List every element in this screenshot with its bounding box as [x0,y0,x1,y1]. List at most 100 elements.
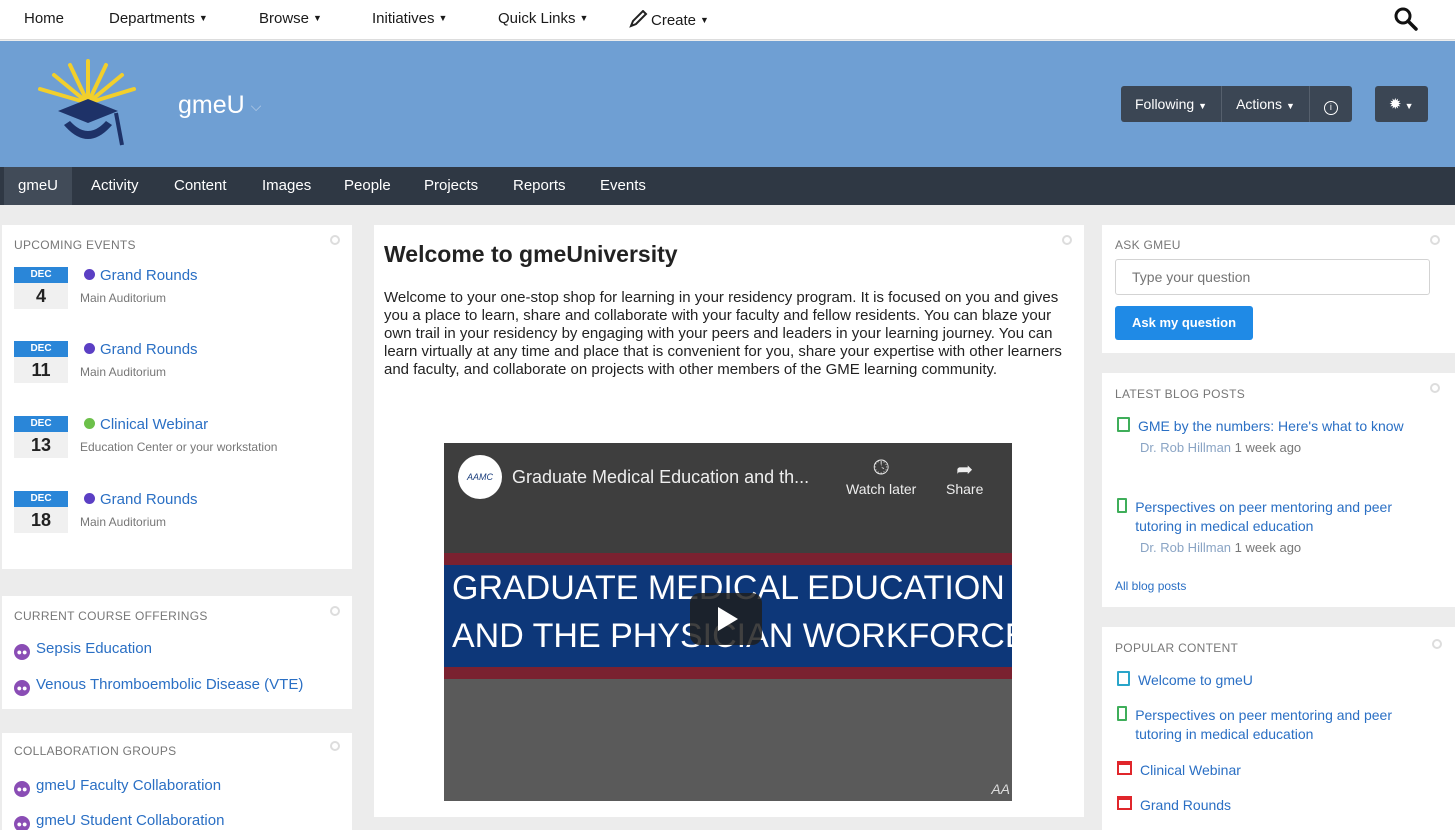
tab-projects[interactable]: Projects [410,167,492,205]
blog-post-item: GME by the numbers: Here's what to know … [1117,417,1437,457]
widget-gear-icon[interactable] [1432,639,1442,649]
gmeu-logo [38,59,136,146]
widget-gear-icon[interactable] [330,741,340,751]
search-icon[interactable] [1393,6,1419,32]
place-title[interactable]: gmeU ⌵ [178,91,261,120]
event-month: DEC [14,267,68,283]
popular-content-widget: POPULAR CONTENT Welcome to gmeU Perspect… [1102,627,1455,830]
nav-home[interactable]: Home [24,10,64,27]
tab-activity[interactable]: Activity [77,167,153,205]
event-title: Grand Rounds [100,341,198,358]
popular-content-title: Welcome to gmeU [1138,672,1253,688]
group-icon: ●● [14,781,30,797]
widget-heading: COLLABORATION GROUPS [14,744,177,758]
widget-gear-icon[interactable] [330,235,340,245]
blog-icon [1117,498,1128,513]
latest-blog-posts-widget: LATEST BLOG POSTS GME by the numbers: He… [1102,373,1455,607]
info-button[interactable]: i [1310,86,1352,122]
event-dot-icon [84,493,95,504]
all-blog-posts-link[interactable]: All blog posts [1115,579,1186,593]
course-offerings-widget: CURRENT COURSE OFFERINGS ●● Sepsis Educat… [2,596,352,709]
popular-content-link[interactable]: Clinical Webinar [1117,761,1437,780]
popular-content-link[interactable]: Welcome to gmeU [1117,671,1437,690]
share-label: Share [946,481,984,497]
actions-label: Actions [1236,96,1282,112]
clock-icon: 🕓︎ [873,457,890,479]
nav-quick-links[interactable]: Quick Links ▼ [498,10,588,27]
video-title[interactable]: Graduate Medical Education and th... [512,467,809,488]
blog-author-link[interactable]: Dr. Rob Hillman [1140,440,1231,455]
tab-events[interactable]: Events [586,167,660,205]
share-button[interactable]: ➦ Share [946,457,983,497]
nav-departments[interactable]: Departments ▼ [109,10,208,27]
ask-question-button[interactable]: Ask my question [1115,306,1253,340]
video-player[interactable]: AAMC Graduate Medical Education and th..… [444,443,1012,801]
caret-down-icon: ▼ [1198,101,1208,111]
event-title-link[interactable]: Clinical Webinar [84,416,208,433]
event-dot-icon [84,343,95,354]
ask-gmeu-widget: ASK GMEU Ask my question [1102,225,1455,353]
share-icon: ➦ [956,459,974,481]
caret-down-icon: ▼ [1404,101,1414,111]
widget-gear-icon[interactable] [1430,235,1440,245]
popular-content-title: Clinical Webinar [1140,762,1241,778]
course-title: Sepsis Education [36,640,152,657]
question-input[interactable] [1115,259,1430,295]
popular-content-link[interactable]: Grand Rounds [1117,796,1437,815]
watch-later-label: Watch later [846,481,917,497]
blog-post-link[interactable]: GME by the numbers: Here's what to know [1117,417,1437,436]
event-dot-icon [84,418,95,429]
event-title-link[interactable]: Grand Rounds [84,491,198,508]
chevron-down-icon: ⌵ [250,98,262,114]
group-link[interactable]: ●● gmeU Student Collaboration [14,812,224,830]
widget-gear-icon[interactable] [330,606,340,616]
blog-post-title: Perspectives on peer mentoring and peer … [1135,499,1393,534]
course-title: Venous Thromboembolic Disease (VTE) [36,676,304,693]
event-item: DEC 18 Grand Rounds Main Auditorium [14,491,344,551]
nav-create[interactable]: Create ▼ [628,9,709,29]
channel-avatar[interactable]: AAMC [458,455,502,499]
video-frame [444,679,1012,801]
blog-post-title: GME by the numbers: Here's what to know [1138,418,1404,434]
nav-browse[interactable]: Browse ▼ [259,10,322,27]
widget-gear-icon[interactable] [1062,235,1072,245]
event-title-link[interactable]: Grand Rounds [84,267,198,284]
group-link[interactable]: ●● gmeU Faculty Collaboration [14,777,221,797]
blog-post-link[interactable]: Perspectives on peer mentoring and peer … [1117,498,1437,536]
actions-button[interactable]: Actions ▼ [1222,86,1310,122]
caret-down-icon: ▼ [700,15,709,25]
event-dot-icon [84,269,95,280]
settings-group: ✹ ▼ [1375,86,1428,122]
widget-heading: UPCOMING EVENTS [14,238,136,252]
nav-initiatives[interactable]: Initiatives ▼ [372,10,447,27]
event-day: 18 [14,507,68,533]
video-watermark: AA [991,781,1010,797]
nav-browse-label: Browse [259,10,310,27]
settings-button[interactable]: ✹ ▼ [1375,86,1428,122]
tab-content[interactable]: Content [160,167,241,205]
event-day: 13 [14,432,68,458]
caret-down-icon: ▼ [579,13,589,23]
tab-gmeu[interactable]: gmeU [4,167,73,205]
watch-later-button[interactable]: 🕓︎ Watch later [846,457,916,497]
popular-content-link[interactable]: Perspectives on peer mentoring and peer … [1117,706,1437,744]
welcome-widget: Welcome to gmeUniversity Welcome to your… [374,225,1084,817]
course-link[interactable]: ●● Venous Thromboembolic Disease (VTE) [14,676,303,696]
blog-post-meta: Dr. Rob Hillman 1 week ago [1140,438,1437,457]
event-title: Clinical Webinar [100,416,209,433]
welcome-text: Welcome to your one-stop shop for learni… [384,289,1062,378]
widget-gear-icon[interactable] [1430,383,1440,393]
event-icon [1117,796,1132,810]
blog-author-link[interactable]: Dr. Rob Hillman [1140,540,1231,555]
following-button[interactable]: Following ▼ [1121,86,1223,122]
event-date: DEC 11 [14,341,68,383]
tab-people[interactable]: People [330,167,405,205]
tab-images[interactable]: Images [248,167,325,205]
event-icon [1117,761,1132,775]
play-button[interactable] [690,593,762,645]
course-link[interactable]: ●● Sepsis Education [14,640,152,660]
event-title-link[interactable]: Grand Rounds [84,341,198,358]
widget-heading: CURRENT COURSE OFFERINGS [14,609,208,623]
tab-reports[interactable]: Reports [499,167,580,205]
event-item: DEC 11 Grand Rounds Main Auditorium [14,341,344,401]
